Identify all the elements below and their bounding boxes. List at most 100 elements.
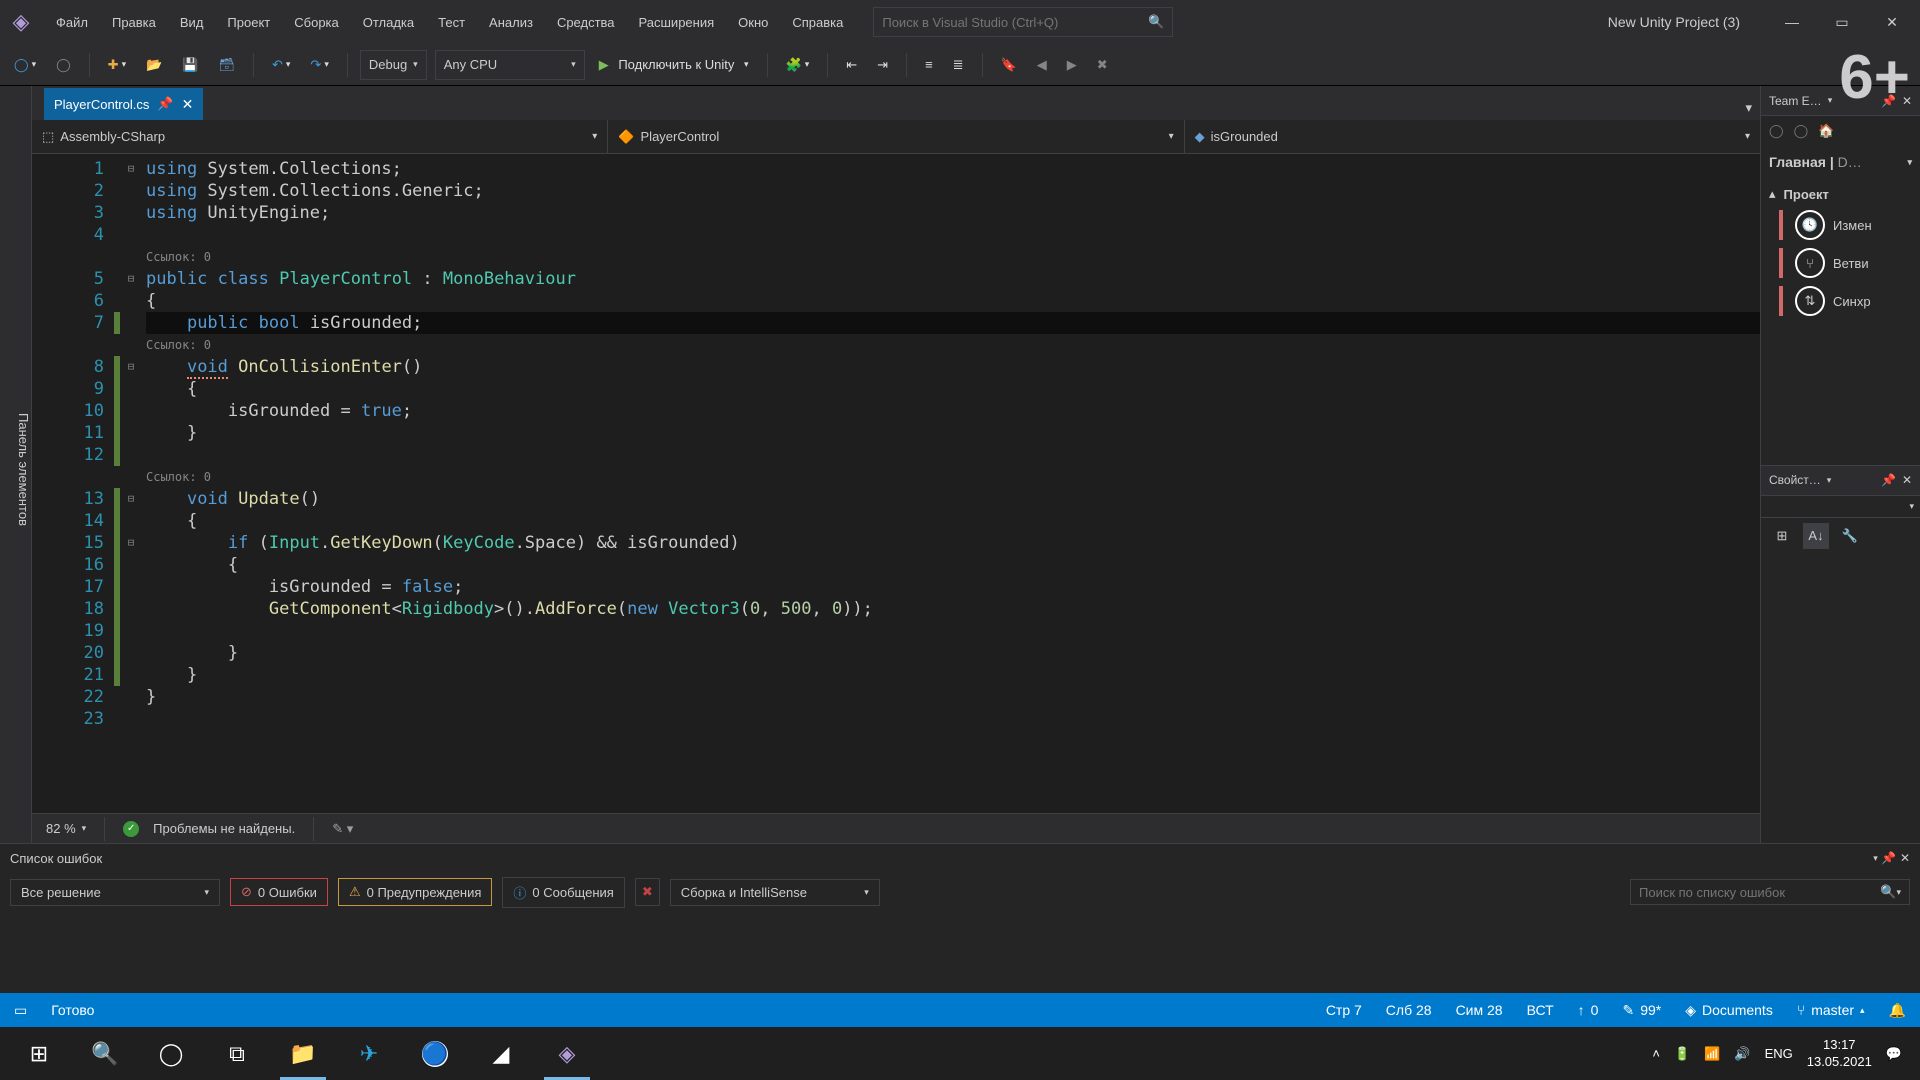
error-search[interactable]: 🔍▾ bbox=[1630, 879, 1910, 905]
pin-icon[interactable]: 📌 bbox=[1881, 851, 1896, 865]
uncomment-icon[interactable]: ≣ bbox=[947, 51, 970, 79]
error-source-dropdown[interactable]: Сборка и IntelliSense▾ bbox=[670, 879, 880, 906]
close-icon[interactable]: ✕ bbox=[1902, 473, 1912, 487]
properties-header[interactable]: Свойст…▾ 📌 ✕ bbox=[1761, 466, 1920, 496]
redo-button[interactable]: ↷▾ bbox=[304, 51, 334, 79]
tabs-overflow-icon[interactable]: ▾ bbox=[1737, 96, 1760, 120]
tab-close-icon[interactable]: ✕ bbox=[182, 96, 194, 113]
tree-item-branch[interactable]: ⑂Ветви bbox=[1761, 244, 1920, 282]
attach-unity-button[interactable]: ▶ Подключить к Unity ▾ bbox=[593, 51, 755, 79]
telegram-icon[interactable]: ✈ bbox=[336, 1027, 402, 1080]
file-tab-playercontrol[interactable]: PlayerControl.cs 📌 ✕ bbox=[44, 88, 203, 120]
save-all-button[interactable]: 🗃 bbox=[212, 51, 241, 79]
back-button[interactable]: ◯▾ bbox=[8, 51, 42, 79]
next-bookmark-icon[interactable]: ▶ bbox=[1061, 51, 1083, 79]
status-line[interactable]: Стр 7 bbox=[1326, 1002, 1362, 1018]
maximize-button[interactable]: ▭ bbox=[1822, 7, 1862, 37]
search-taskbar-icon[interactable]: 🔍 bbox=[72, 1027, 138, 1080]
menu-проект[interactable]: Проект bbox=[215, 9, 282, 36]
toolbox-sidebar[interactable]: Панель элементов bbox=[0, 86, 32, 843]
chrome-icon[interactable]: 🔵 bbox=[402, 1027, 468, 1080]
close-button[interactable]: ✕ bbox=[1872, 7, 1912, 37]
nav-scope-dropdown[interactable]: ⬚ Assembly-CSharp▾ bbox=[32, 120, 608, 153]
bookmark-icon[interactable]: 🔖 bbox=[995, 51, 1023, 79]
menu-анализ[interactable]: Анализ bbox=[477, 9, 545, 36]
pen-icon[interactable]: ✎ ▾ bbox=[332, 821, 353, 837]
status-publish[interactable]: ↑0 bbox=[1578, 1002, 1599, 1018]
menu-правка[interactable]: Правка bbox=[100, 9, 168, 36]
pin-icon[interactable]: 📌 bbox=[1881, 473, 1896, 487]
categorized-icon[interactable]: ⊞ bbox=[1769, 523, 1795, 549]
menu-сборка[interactable]: Сборка bbox=[282, 9, 351, 36]
code-editor[interactable]: 1234567891011121314151617181920212223 ⊟⊟… bbox=[32, 154, 1760, 813]
zoom-dropdown[interactable]: 82 %▾ bbox=[46, 821, 86, 836]
explorer-icon[interactable]: 📁 bbox=[270, 1027, 336, 1080]
open-button[interactable]: 📂 bbox=[140, 51, 168, 79]
menu-отладка[interactable]: Отладка bbox=[351, 9, 426, 36]
close-icon[interactable]: ✕ bbox=[1900, 851, 1910, 865]
menu-средства[interactable]: Средства bbox=[545, 9, 627, 36]
tree-project-node[interactable]: ▴ Проект bbox=[1761, 182, 1920, 206]
outdent-icon[interactable]: ⇤ bbox=[840, 51, 863, 79]
start-button[interactable]: ⊞ bbox=[6, 1027, 72, 1080]
global-search[interactable]: 🔍 bbox=[873, 7, 1173, 37]
wifi-icon[interactable]: 📶 bbox=[1704, 1046, 1720, 1062]
panel-options-icon[interactable]: ▾ bbox=[1873, 853, 1878, 864]
cortana-icon[interactable]: ◯ bbox=[138, 1027, 204, 1080]
status-char[interactable]: Сим 28 bbox=[1456, 1002, 1503, 1018]
error-search-input[interactable] bbox=[1639, 885, 1880, 900]
unity-icon[interactable]: ◢ bbox=[468, 1027, 534, 1080]
prev-bookmark-icon[interactable]: ◀ bbox=[1031, 51, 1053, 79]
nav-member-dropdown[interactable]: ◆ isGrounded▾ bbox=[1185, 120, 1760, 153]
indent-icon[interactable]: ⇥ bbox=[871, 51, 894, 79]
tree-item-clock[interactable]: 🕓Измен bbox=[1761, 206, 1920, 244]
status-changes[interactable]: ✎99* bbox=[1622, 1002, 1661, 1019]
action-center-icon[interactable]: 💬 bbox=[1886, 1046, 1902, 1062]
forward-icon[interactable]: ◯ bbox=[1794, 123, 1809, 139]
tree-item-sync[interactable]: ⇅Синхр bbox=[1761, 282, 1920, 320]
status-insert[interactable]: ВСТ bbox=[1527, 1002, 1554, 1018]
alphabetical-icon[interactable]: A↓ bbox=[1803, 523, 1829, 549]
home-icon[interactable]: 🏠 bbox=[1818, 123, 1834, 139]
window-icon[interactable]: ▭ bbox=[14, 1002, 27, 1019]
status-ready: Готово bbox=[51, 1002, 94, 1018]
menu-тест[interactable]: Тест bbox=[426, 9, 477, 36]
taskview-icon[interactable]: ⧉ bbox=[204, 1027, 270, 1080]
prop-pages-icon[interactable]: 🔧 bbox=[1837, 523, 1863, 549]
nav-class-dropdown[interactable]: 🔶 PlayerControl▾ bbox=[608, 120, 1184, 153]
new-item-button[interactable]: ✚▾ bbox=[102, 51, 132, 79]
clock[interactable]: 13:1713.05.2021 bbox=[1807, 1037, 1872, 1071]
notifications-icon[interactable]: 🔔 bbox=[1889, 1002, 1906, 1019]
menu-файл[interactable]: Файл bbox=[44, 9, 100, 36]
minimize-button[interactable]: — bbox=[1772, 7, 1812, 37]
language-indicator[interactable]: ENG bbox=[1765, 1046, 1793, 1061]
global-search-input[interactable] bbox=[882, 15, 1148, 30]
status-branch[interactable]: ⑂master▴ bbox=[1797, 1002, 1865, 1018]
menu-справка[interactable]: Справка bbox=[780, 9, 855, 36]
comment-icon[interactable]: ≡ bbox=[919, 51, 939, 79]
menu-вид[interactable]: Вид bbox=[168, 9, 216, 36]
errors-button[interactable]: ⊘0 Ошибки bbox=[230, 878, 328, 906]
undo-button[interactable]: ↶▾ bbox=[266, 51, 296, 79]
warnings-button[interactable]: ⚠0 Предупреждения bbox=[338, 878, 492, 906]
clear-bookmark-icon[interactable]: ✖ bbox=[1091, 51, 1114, 79]
save-button[interactable]: 💾 bbox=[176, 51, 204, 79]
tray-expand-icon[interactable]: ˄ bbox=[1652, 1046, 1660, 1061]
battery-icon[interactable]: 🔋 bbox=[1674, 1046, 1690, 1062]
forward-button[interactable]: ◯ bbox=[50, 51, 77, 79]
error-filter-dropdown[interactable]: Все решение▾ bbox=[10, 879, 220, 906]
pin-icon[interactable]: 📌 bbox=[157, 96, 173, 112]
vs-taskbar-icon[interactable]: ◈ bbox=[534, 1027, 600, 1080]
platform-dropdown[interactable]: Any CPU▾ bbox=[435, 50, 585, 80]
team-section-header[interactable]: Главная | D… ▾ bbox=[1761, 146, 1920, 178]
messages-button[interactable]: ⓘ0 Сообщения bbox=[502, 877, 624, 908]
status-col[interactable]: Слб 28 bbox=[1386, 1002, 1432, 1018]
menu-окно[interactable]: Окно bbox=[726, 9, 780, 36]
vs-tools-icon[interactable]: 🧩▾ bbox=[780, 51, 816, 79]
build-intellisense-icon[interactable]: ✖ bbox=[635, 878, 660, 906]
status-repo[interactable]: ◈Documents bbox=[1685, 1002, 1773, 1019]
config-dropdown[interactable]: Debug▾ bbox=[360, 50, 427, 80]
back-icon[interactable]: ◯ bbox=[1769, 123, 1784, 139]
menu-расширения[interactable]: Расширения bbox=[627, 9, 727, 36]
volume-icon[interactable]: 🔊 bbox=[1734, 1046, 1750, 1062]
